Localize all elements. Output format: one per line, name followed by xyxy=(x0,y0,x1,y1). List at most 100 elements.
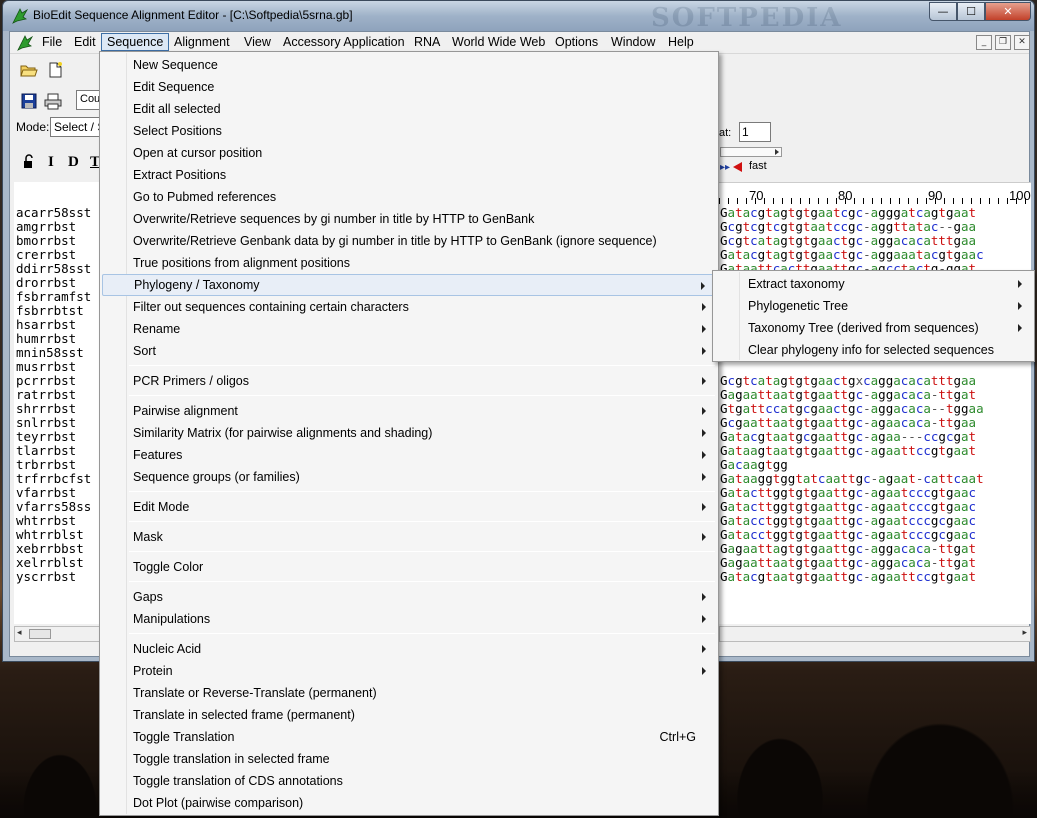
sequence-name[interactable]: trfrrbcfst xyxy=(16,472,104,486)
sequence-row[interactable]: Gatacgtagtgtgaactgc-aggaaatacgtgaac xyxy=(720,248,1031,262)
scroll-speed-slider[interactable] xyxy=(720,147,782,157)
scroll-left-icon[interactable]: ◂ xyxy=(17,628,22,638)
sequence-name[interactable]: amgrrbst xyxy=(16,220,104,234)
sequence-name[interactable]: mnin58sst xyxy=(16,346,104,360)
sequence-name[interactable]: humrrbst xyxy=(16,332,104,346)
sequence-name[interactable]: teyrrbst xyxy=(16,430,104,444)
sequence-names-panel[interactable]: acarr58sst amgrrbst bmorrbst crerrbst ddirr5… xyxy=(14,204,104,624)
submenu-item-taxonomy-tree-derived-from-sequences[interactable]: Taxonomy Tree (derived from sequences) xyxy=(715,317,1032,339)
sequence-row[interactable]: Gatacttggtgtgaattgc-agaatcccgtgaac xyxy=(720,500,1031,514)
menu-world-wide-web[interactable]: World Wide Web xyxy=(450,35,547,49)
menu-item-rename[interactable]: Rename xyxy=(102,318,716,340)
sequence-name[interactable]: shrrrbst xyxy=(16,402,104,416)
sequence-row[interactable]: Gagaattaatgtgaattgc-aggacaca-ttgat xyxy=(720,388,1031,402)
menu-view[interactable]: View xyxy=(242,35,273,49)
menu-options[interactable]: Options xyxy=(553,35,600,49)
sequence-name[interactable]: yscrrbst xyxy=(16,570,104,584)
sequence-row[interactable] xyxy=(720,360,1031,374)
sequence-name[interactable]: snlrrbst xyxy=(16,416,104,430)
sequence-name[interactable]: acarr58sst xyxy=(16,206,104,220)
position-input[interactable]: 1 xyxy=(739,122,771,142)
submenu-item-extract-taxonomy[interactable]: Extract taxonomy xyxy=(715,273,1032,295)
sequence-name[interactable]: whtrrbst xyxy=(16,514,104,528)
menu-item-translate-in-selected-frame-permanent[interactable]: Translate in selected frame (permanent) xyxy=(102,704,716,726)
menu-item-edit-mode[interactable]: Edit Mode xyxy=(102,496,716,518)
sequence-row[interactable]: Gagaattaatgtgaattgc-aggacaca-ttgat xyxy=(720,556,1031,570)
names-horizontal-scrollbar[interactable]: ◂ xyxy=(14,626,104,642)
sequence-row[interactable]: Gatacgtaatgcgaattgc-agaa---ccgcgat xyxy=(720,430,1031,444)
mdi-minimize-button[interactable]: _ xyxy=(976,35,992,50)
menu-sequence[interactable]: Sequence xyxy=(101,33,170,51)
new-document-icon[interactable] xyxy=(46,61,64,79)
menu-item-similarity-matrix-for-pairwise-alignments-and-shading[interactable]: Similarity Matrix (for pairwise alignmen… xyxy=(102,422,716,444)
scrollbar-thumb[interactable] xyxy=(29,629,51,639)
sequence-row[interactable]: Gataaggtggtatcaattgc-agaat-cattcaat xyxy=(720,472,1031,486)
sequence-row[interactable]: Gataagtaatgtgaattgc-agaattccgtgaat xyxy=(720,444,1031,458)
sequence-row[interactable]: Gatacctggtgtgaattgc-agaatcccgcgaac xyxy=(720,528,1031,542)
menu-item-extract-positions[interactable]: Extract Positions xyxy=(102,164,716,186)
sequence-name[interactable]: tlarrbst xyxy=(16,444,104,458)
sequence-name[interactable]: xelrrblst xyxy=(16,556,104,570)
lock-icon[interactable] xyxy=(22,154,36,170)
sequence-row[interactable]: Gcgtcgtcgtgtaatccgc-aggttatac--gaa xyxy=(720,220,1031,234)
menu-item-mask[interactable]: Mask xyxy=(102,526,716,548)
menu-item-sequence-groups-or-families[interactable]: Sequence groups (or families) xyxy=(102,466,716,488)
sequence-row[interactable]: Gatacgtagtgtgaatcgc-agggatcagtgaat xyxy=(720,206,1031,220)
menu-item-overwrite-retrieve-sequences-by-gi-number-in-title-by-http-to-genbank[interactable]: Overwrite/Retrieve sequences by gi numbe… xyxy=(102,208,716,230)
menu-item-true-positions-from-alignment-positions[interactable]: True positions from alignment positions xyxy=(102,252,716,274)
sequence-name[interactable]: drorrbst xyxy=(16,276,104,290)
sequence-name[interactable]: fsbrrbtst xyxy=(16,304,104,318)
sequence-row[interactable]: Gatacttggtgtgaattgc-agaatcccgtgaac xyxy=(720,486,1031,500)
sequence-row[interactable]: Gagaattagtgtgaattgc-aggacaca-ttgat xyxy=(720,542,1031,556)
sequence-row[interactable]: Gacaagtgg xyxy=(720,458,1031,472)
document-logo-icon[interactable] xyxy=(16,34,34,52)
menu-item-pairwise-alignment[interactable]: Pairwise alignment xyxy=(102,400,716,422)
sequence-row[interactable]: Gcgtcatagtgtgaactgxcaggacacatttgaa xyxy=(720,374,1031,388)
sequence-horizontal-scrollbar[interactable]: ▸ xyxy=(719,626,1031,642)
save-icon[interactable] xyxy=(20,92,38,110)
menu-item-go-to-pubmed-references[interactable]: Go to Pubmed references xyxy=(102,186,716,208)
menu-rna[interactable]: RNA xyxy=(412,35,442,49)
menu-edit[interactable]: Edit xyxy=(72,35,98,49)
title-bar[interactable]: BioEdit Sequence Alignment Editor - [C:\… xyxy=(3,1,1034,33)
sequence-name[interactable]: ddirr58sst xyxy=(16,262,104,276)
menu-item-manipulations[interactable]: Manipulations xyxy=(102,608,716,630)
sequence-row[interactable]: Gcgtcatagtgtgaactgc-aggacacatttgaa xyxy=(720,234,1031,248)
close-button[interactable]: ✕ xyxy=(985,2,1031,21)
sequence-row[interactable]: Gtgattccatgcgaactgc-aggacaca--tggaa xyxy=(720,402,1031,416)
mdi-close-button[interactable]: ✕ xyxy=(1014,35,1030,50)
menu-item-gaps[interactable]: Gaps xyxy=(102,586,716,608)
menu-item-new-sequence[interactable]: New Sequence xyxy=(102,54,716,76)
menu-item-select-positions[interactable]: Select Positions xyxy=(102,120,716,142)
maximize-button[interactable]: ☐ xyxy=(957,2,985,21)
sequence-name[interactable]: vfarrbst xyxy=(16,486,104,500)
menu-item-sort[interactable]: Sort xyxy=(102,340,716,362)
sequence-name[interactable]: hsarrbst xyxy=(16,318,104,332)
sequence-name[interactable]: fsbrramfst xyxy=(16,290,104,304)
menu-item-edit-all-selected[interactable]: Edit all selected xyxy=(102,98,716,120)
menu-item-edit-sequence[interactable]: Edit Sequence xyxy=(102,76,716,98)
sequence-row[interactable]: Gcgaattaatgtgaattgc-agaacaca-ttgaa xyxy=(720,416,1031,430)
menu-alignment[interactable]: Alignment xyxy=(172,35,232,49)
menu-accessory-application[interactable]: Accessory Application xyxy=(281,35,407,49)
menu-window[interactable]: Window xyxy=(609,35,657,49)
menu-item-translate-or-reverse-translate-permanent[interactable]: Translate or Reverse-Translate (permanen… xyxy=(102,682,716,704)
menu-file[interactable]: File xyxy=(40,35,64,49)
menu-item-nucleic-acid[interactable]: Nucleic Acid xyxy=(102,638,716,660)
menu-item-toggle-translation[interactable]: Toggle Translation Ctrl+G xyxy=(102,726,716,748)
menu-item-filter-out-sequences-containing-certain-characters[interactable]: Filter out sequences containing certain … xyxy=(102,296,716,318)
mdi-restore-button[interactable]: ❐ xyxy=(995,35,1011,50)
menu-item-toggle-translation-of-cds-annotations[interactable]: Toggle translation of CDS annotations xyxy=(102,770,716,792)
minimize-button[interactable]: — xyxy=(929,2,957,21)
sequence-name[interactable]: vfarrs58ss xyxy=(16,500,104,514)
menu-help[interactable]: Help xyxy=(666,35,696,49)
open-folder-icon[interactable] xyxy=(20,61,38,79)
sequence-name[interactable]: trbrrbst xyxy=(16,458,104,472)
menu-item-overwrite-retrieve-genbank-data-by-gi-number-in-title-by-http-to-genbank-ignore-sequence[interactable]: Overwrite/Retrieve Genbank data by gi nu… xyxy=(102,230,716,252)
sequence-row[interactable]: Gatacctggtgtgaattgc-agaatcccgcgaac xyxy=(720,514,1031,528)
menu-item-phylogeny-taxonomy[interactable]: Phylogeny / Taxonomy xyxy=(102,274,716,296)
mode-select[interactable]: Select / S xyxy=(50,117,104,137)
sequence-alignment-panel[interactable]: Gatacgtagtgtgaatcgc-agggatcagtgaat Gcgtcg… xyxy=(719,204,1031,624)
menu-item-toggle-color[interactable]: Toggle Color xyxy=(102,556,716,578)
submenu-item-clear-phylogeny-info-for-selected-sequences[interactable]: Clear phylogeny info for selected sequen… xyxy=(715,339,1032,361)
